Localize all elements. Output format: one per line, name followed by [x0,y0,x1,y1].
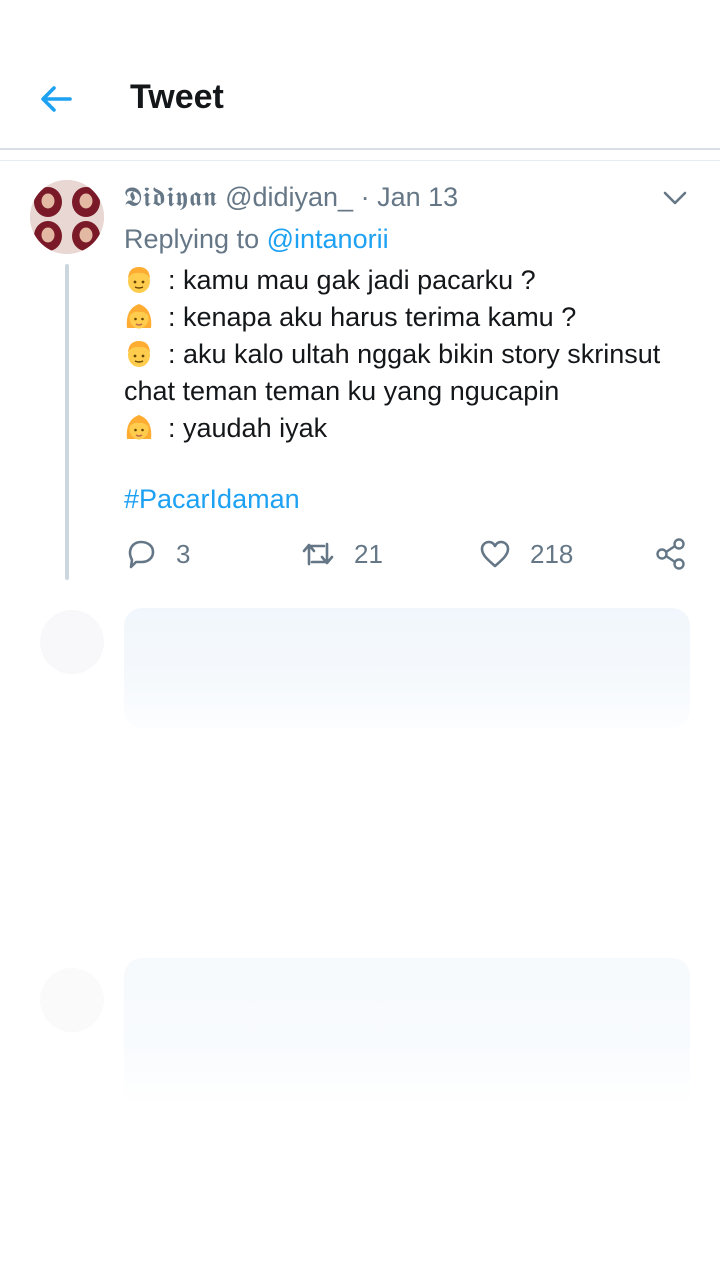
blurred-avatar [40,968,104,1032]
retweet-count: 21 [354,538,383,569]
blurred-reply-card [124,958,690,1108]
thread-line [65,264,69,580]
tweet-meta: 𝕯𝖎𝖉𝖎𝖞𝖆𝖓 @didiyan_ · Jan 13 [124,182,458,214]
tweet-date[interactable]: Jan 13 [377,182,458,212]
replying-mention[interactable]: @intanorii [267,224,389,254]
share-button[interactable] [654,534,706,574]
retweet-icon [302,542,334,566]
top-bar: Tweet [0,0,720,150]
girl-emoji-icon [126,304,152,329]
back-button[interactable] [36,82,76,116]
heart-icon [480,540,510,568]
tweet-line-text: : kamu mau gak jadi pacarku ? [168,265,536,295]
boy-emoji-icon [128,267,150,293]
tweet-line: : kamu mau gak jadi pacarku ? [124,262,704,299]
arrow-left-icon [41,86,72,112]
tweet-line: : aku kalo ultah nggak bikin story skrin… [124,336,704,410]
tweet-text: : kamu mau gak jadi pacarku ? : kenapa a… [124,262,704,447]
page-title: Tweet [130,78,224,116]
tweet-line-text: : kenapa aku harus terima kamu ? [168,302,577,332]
replying-to: Replying to @intanorii [124,224,389,255]
like-button[interactable]: 218 [478,534,573,574]
retweet-button[interactable]: 21 [300,534,383,574]
tweet-menu-button[interactable] [662,188,688,208]
divider [0,160,720,161]
reply-icon [128,540,155,569]
like-count: 218 [530,538,574,569]
tweet-line-text: : aku kalo ultah nggak bikin story skrin… [124,339,661,406]
meta-separator: · [360,182,370,212]
avatar[interactable] [30,180,104,254]
share-icon [656,538,685,570]
hashtag-link[interactable]: #PacarIdaman [124,484,300,515]
blurred-avatar [40,610,104,674]
reply-count: 3 [176,538,191,569]
reply-button[interactable]: 3 [124,534,190,574]
avatar-image [30,180,104,254]
tweet-line-text: : yaudah iyak [168,413,328,443]
chevron-down-icon [663,191,687,205]
boy-emoji-icon [128,341,150,367]
tweet-line: : kenapa aku harus terima kamu ? [124,299,704,336]
replying-prefix: Replying to [124,224,260,254]
girl-emoji-icon [126,415,152,440]
blurred-reply-card [124,608,690,728]
handle[interactable]: @didiyan_ [225,182,353,212]
tweet-line: : yaudah iyak [124,410,704,447]
display-name[interactable]: 𝕯𝖎𝖉𝖎𝖞𝖆𝖓 [124,182,218,212]
